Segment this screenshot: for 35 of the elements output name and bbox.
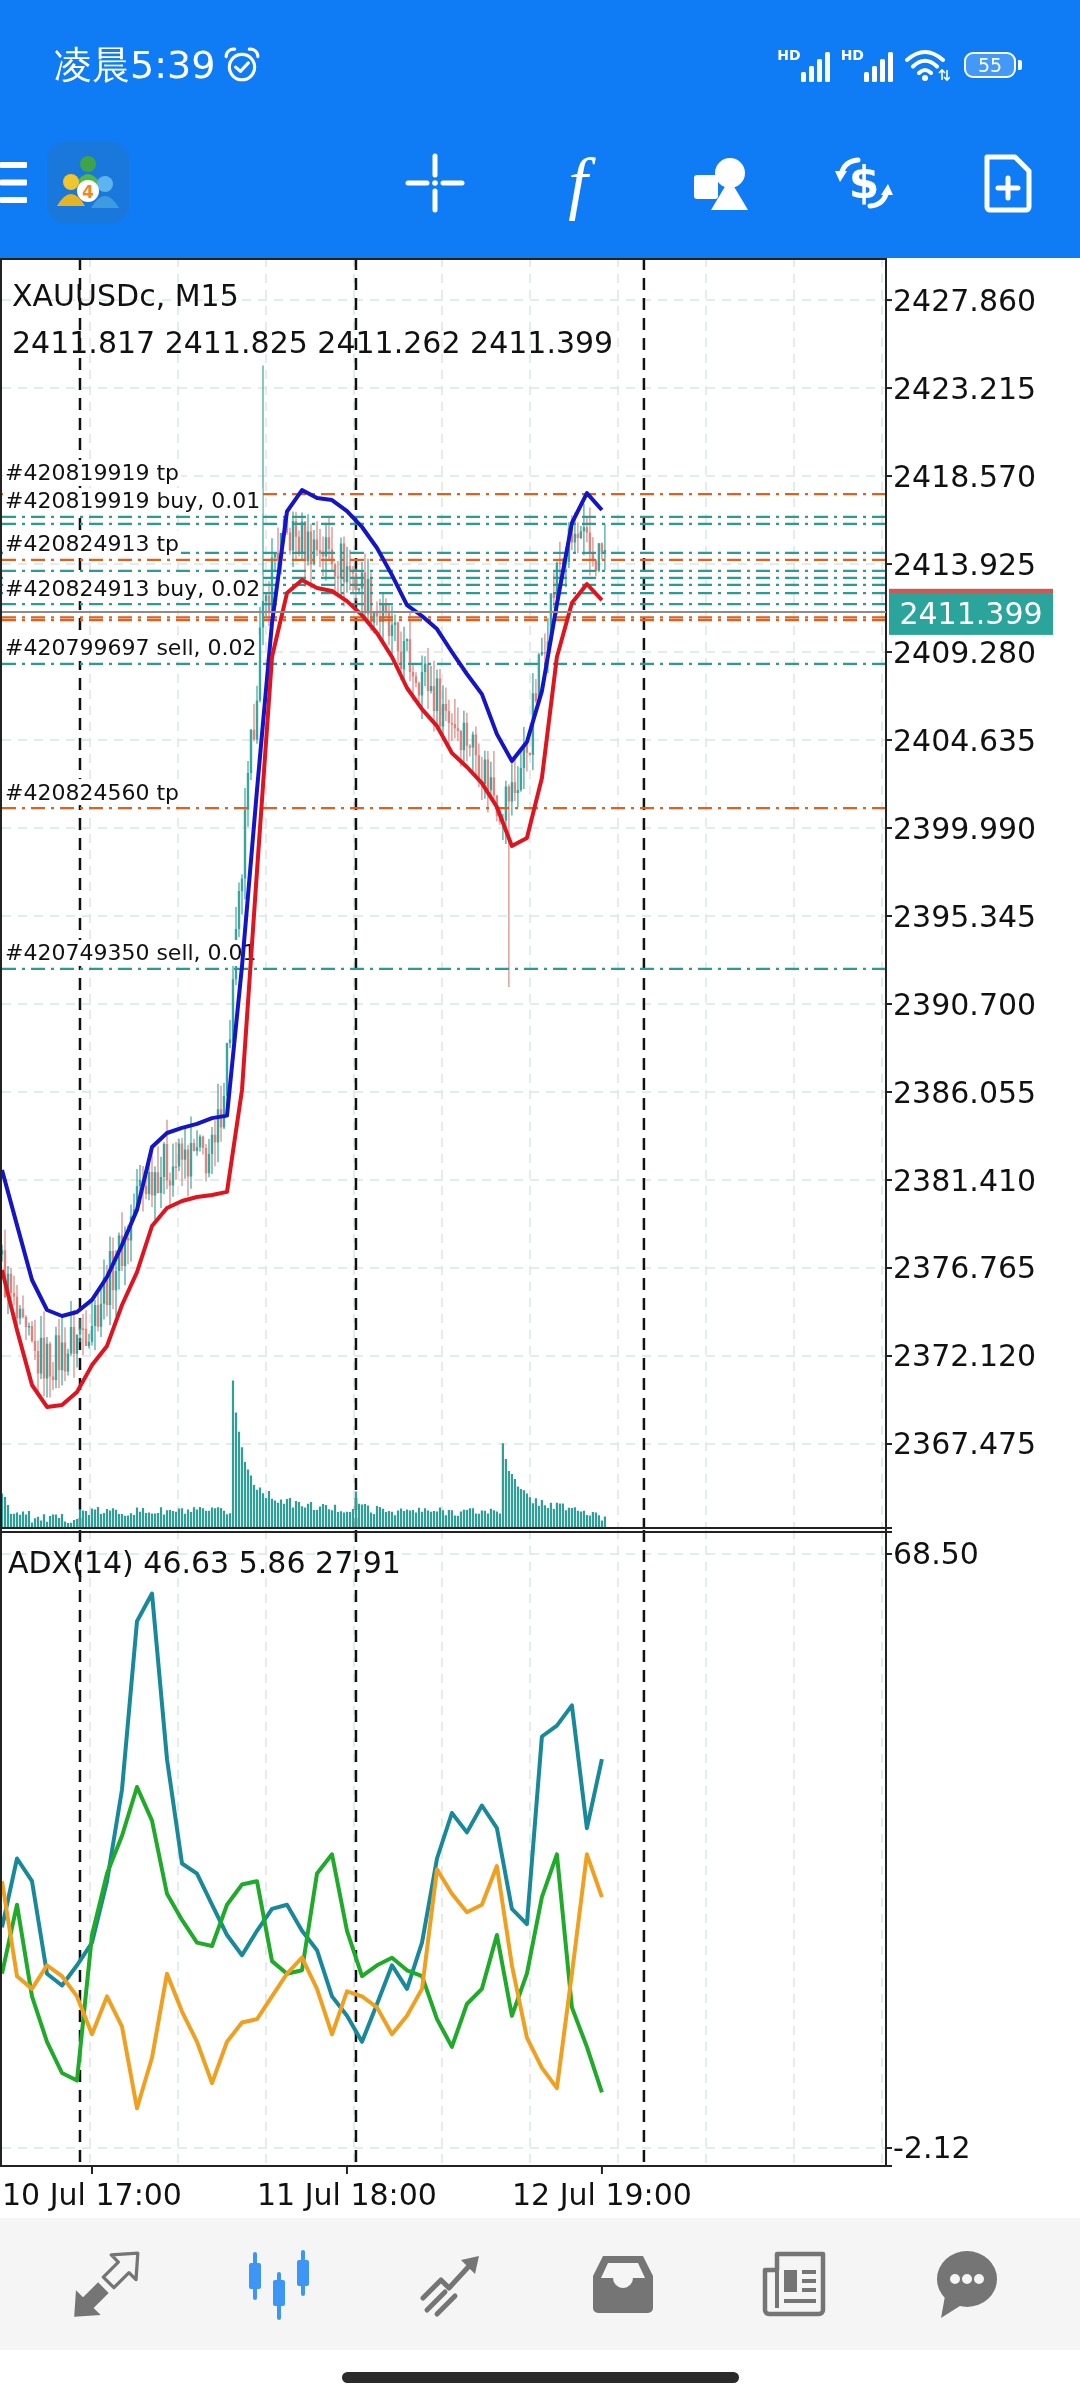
symbol-title: XAUUSDc, M15	[12, 277, 239, 313]
current-price-tag: 2411.399	[889, 588, 1053, 635]
app-logo: 4	[47, 142, 129, 224]
indicator-axis-label: 68.50	[893, 1536, 979, 1572]
time-axis-label: 10 Jul 17:00	[2, 2176, 182, 2212]
price-axis-label: 2399.990	[893, 810, 1037, 846]
network-type-label: HD	[777, 48, 801, 63]
time-axis-label: 11 Jul 18:00	[257, 2176, 437, 2212]
price-axis-label: 2376.765	[893, 1250, 1037, 1286]
price-axis-label: 2381.410	[893, 1162, 1037, 1198]
price-axis-label: 2427.860	[893, 282, 1037, 318]
price-axis-label: 2413.925	[893, 546, 1037, 582]
network-type-label: HD	[840, 48, 864, 63]
price-axis-label: 2386.055	[893, 1074, 1037, 1110]
clock-time: 凌晨5:39	[54, 42, 216, 88]
indicator-title: ADX(14) 46.63 5.86 27.91	[8, 1544, 401, 1580]
order-label: #420824560 tp	[3, 779, 181, 806]
price-axis-label: 2390.700	[893, 986, 1037, 1022]
order-label: #420824913 tp	[3, 530, 181, 557]
time-axis-label: 12 Jul 19:00	[512, 2176, 692, 2212]
order-label: #420819919 buy, 0.01	[3, 487, 263, 514]
ref-line-label: 2411.399	[899, 596, 1043, 632]
price-axis-label: 2395.345	[893, 898, 1037, 934]
price-axis-label: 2423.215	[893, 370, 1037, 406]
battery-indicator: 55	[964, 52, 1022, 78]
price-axis-label: 2404.635	[893, 722, 1037, 758]
ohlc-values: 2411.817 2411.825 2411.262 2411.399	[12, 324, 614, 360]
price-axis-label: 2372.120	[893, 1338, 1037, 1374]
order-label: #420824913 buy, 0.02	[3, 575, 263, 602]
order-label: #420819919 tp	[3, 459, 181, 486]
indicator-axis-label: -2.12	[893, 2130, 971, 2166]
order-label: #420799697 sell, 0.02	[3, 634, 259, 661]
price-axis-label: 2418.570	[893, 458, 1037, 494]
price-axis-label: 2409.280	[893, 634, 1037, 670]
price-axis-label: 2367.475	[893, 1426, 1037, 1462]
